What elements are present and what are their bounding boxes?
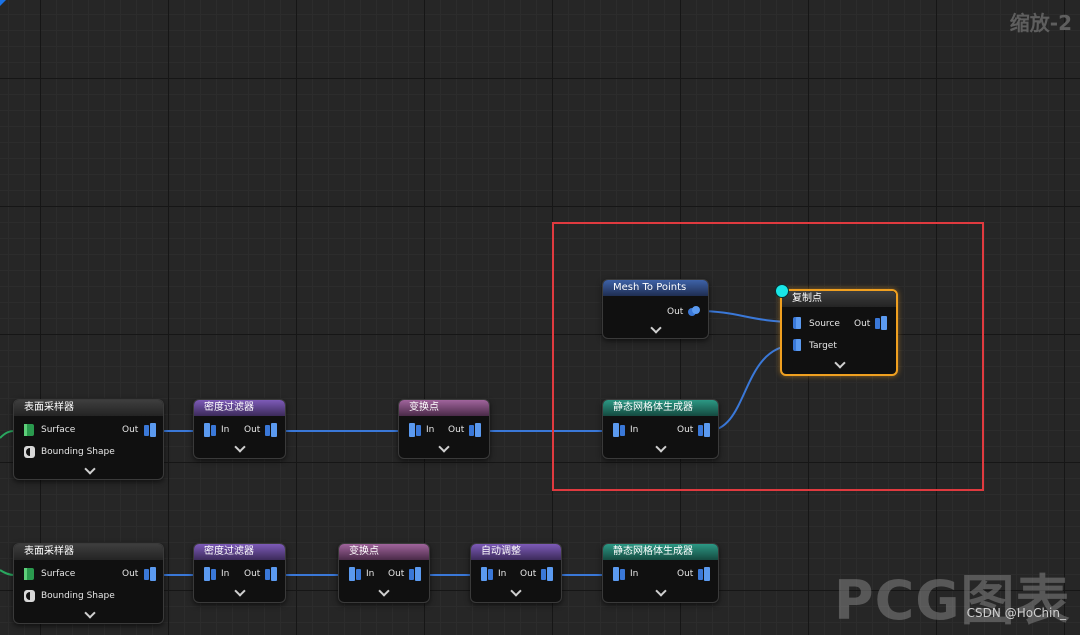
- credit-text: CSDN @HoChin_: [966, 606, 1066, 620]
- pin-label-out: Out: [854, 319, 871, 329]
- chevron-down-icon[interactable]: [234, 585, 246, 597]
- chevron-down-icon[interactable]: [510, 585, 522, 597]
- node-surface-sampler[interactable]: 表面采样器 Surface Out Bounding Shape: [13, 543, 164, 624]
- chevron-down-icon[interactable]: [234, 441, 246, 453]
- pin-label-in: In: [221, 569, 230, 579]
- wire-green-row1: [0, 430, 15, 439]
- node-title: Mesh To Points: [603, 280, 708, 296]
- corner-marker: [0, 0, 6, 6]
- node-title: 密度过滤器: [194, 400, 285, 416]
- out-pin-icon[interactable]: [143, 422, 157, 438]
- node-title: 静态网格体生成器: [603, 544, 718, 560]
- out-pin-icon[interactable]: [264, 422, 278, 438]
- pin-label-out: Out: [388, 569, 405, 579]
- pin-label-out: Out: [667, 307, 684, 317]
- node-title: 自动调整: [471, 544, 561, 560]
- in-pin-icon[interactable]: [203, 422, 217, 438]
- pin-label-in: In: [630, 569, 639, 579]
- out-pin-icon[interactable]: [143, 566, 157, 582]
- pin-label-in: In: [221, 425, 230, 435]
- out-pin-icon[interactable]: [687, 305, 701, 317]
- node-density-filter[interactable]: 密度过滤器 In Out: [193, 399, 286, 459]
- pin-label-in: In: [498, 569, 507, 579]
- out-pin-icon[interactable]: [408, 566, 422, 582]
- chevron-down-icon[interactable]: [84, 463, 96, 475]
- pin-label-out: Out: [448, 425, 465, 435]
- in-pin-icon[interactable]: [348, 566, 362, 582]
- pin-label-source: Source: [809, 319, 840, 329]
- node-surface-sampler[interactable]: 表面采样器 Surface Out Bounding Shape: [13, 399, 164, 480]
- node-title: 密度过滤器: [194, 544, 285, 560]
- in-pin-icon[interactable]: [480, 566, 494, 582]
- node-title: 复制点: [782, 291, 896, 307]
- chevron-down-icon[interactable]: [655, 585, 667, 597]
- pin-label-target: Target: [809, 341, 837, 351]
- out-pin-icon[interactable]: [468, 422, 482, 438]
- pin-label-bounding-shape: Bounding Shape: [41, 447, 115, 457]
- in-pin-icon[interactable]: [612, 566, 626, 582]
- out-pin-icon[interactable]: [540, 566, 554, 582]
- pin-label-surface: Surface: [41, 425, 76, 435]
- node-title: 变换点: [339, 544, 429, 560]
- pin-label-out: Out: [122, 569, 139, 579]
- chevron-down-icon[interactable]: [438, 441, 450, 453]
- chevron-down-icon[interactable]: [834, 357, 846, 369]
- out-pin-icon[interactable]: [697, 566, 711, 582]
- pin-label-in: In: [366, 569, 375, 579]
- pin-label-out: Out: [122, 425, 139, 435]
- out-pin-icon[interactable]: [874, 315, 888, 331]
- node-self-pruning[interactable]: 自动调整 In Out: [470, 543, 562, 603]
- bounding-shape-pin-icon[interactable]: [23, 445, 36, 459]
- chevron-down-icon[interactable]: [650, 322, 662, 334]
- source-pin-icon[interactable]: [792, 316, 802, 330]
- pin-label-out: Out: [244, 569, 261, 579]
- chevron-down-icon[interactable]: [84, 607, 96, 619]
- pin-label-surface: Surface: [41, 569, 76, 579]
- zoom-level-label: 缩放-2: [1009, 11, 1072, 35]
- pin-label-out: Out: [520, 569, 537, 579]
- in-pin-icon[interactable]: [408, 422, 422, 438]
- out-pin-icon[interactable]: [264, 566, 278, 582]
- wire-green-row2: [0, 569, 15, 576]
- node-transform-points[interactable]: 变换点 In Out: [398, 399, 490, 459]
- bounding-shape-pin-icon[interactable]: [23, 589, 36, 603]
- node-mesh-to-points[interactable]: Mesh To Points Out: [602, 279, 709, 339]
- node-copy-points[interactable]: 复制点 Source Out Target: [780, 289, 898, 376]
- pin-label-out: Out: [677, 569, 694, 579]
- node-transform-points[interactable]: 变换点 In Out: [338, 543, 430, 603]
- watermark: PCG图表: [834, 569, 1071, 632]
- node-title: 变换点: [399, 400, 489, 416]
- node-static-mesh-spawner[interactable]: 静态网格体生成器 In Out: [602, 543, 719, 603]
- pin-label-in: In: [426, 425, 435, 435]
- highlight-selection-box: [552, 222, 984, 491]
- chevron-down-icon[interactable]: [378, 585, 390, 597]
- target-pin-icon[interactable]: [792, 338, 802, 352]
- surface-pin-icon[interactable]: [23, 423, 35, 437]
- surface-pin-icon[interactable]: [23, 567, 35, 581]
- in-pin-icon[interactable]: [203, 566, 217, 582]
- focus-dot: [775, 284, 789, 298]
- pin-label-out: Out: [244, 425, 261, 435]
- pin-label-bounding-shape: Bounding Shape: [41, 591, 115, 601]
- node-density-filter[interactable]: 密度过滤器 In Out: [193, 543, 286, 603]
- node-title: 表面采样器: [14, 400, 163, 416]
- node-title: 表面采样器: [14, 544, 163, 560]
